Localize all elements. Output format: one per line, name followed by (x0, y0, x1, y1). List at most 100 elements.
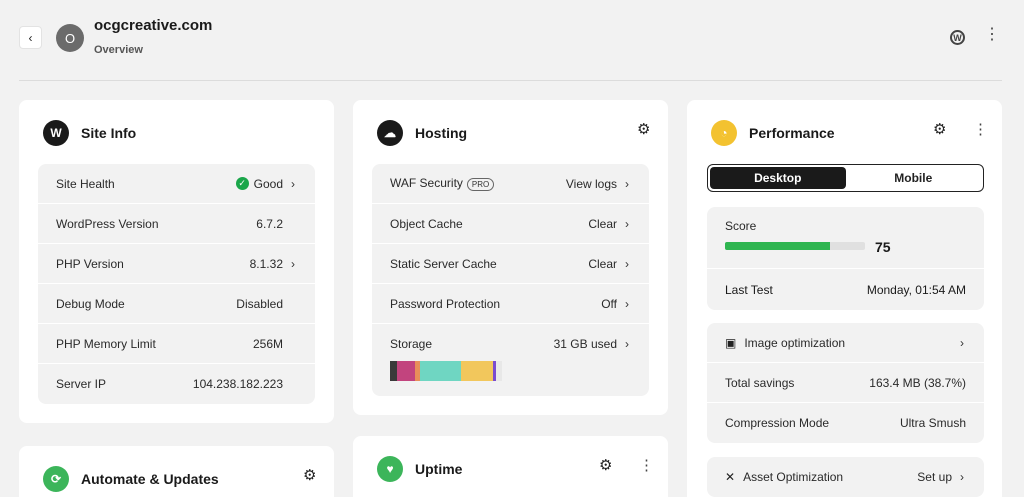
row-value: 31 GB used (553, 337, 617, 351)
storage-segment (496, 361, 502, 381)
row-value: Disabled (236, 296, 283, 311)
more-menu-icon[interactable]: ⋮ (973, 122, 988, 137)
storage-segment (396, 361, 415, 381)
image-optimization-row[interactable]: ▣ Image optimization › (707, 323, 984, 363)
row-label: Server IP (56, 377, 107, 391)
chevron-right-icon: › (960, 470, 964, 484)
cloud-icon: ☁ (377, 120, 403, 146)
server-ip-row: Server IP 104.238.182.223 (38, 364, 315, 404)
static-server-cache-row[interactable]: Static Server Cache Clear › (372, 244, 649, 284)
score-value: 75 (875, 239, 891, 255)
asset-optimization-panel: ✕ Asset Optimization Set up › (707, 457, 984, 497)
debug-mode-row: Debug Mode Disabled (38, 284, 315, 324)
row-label: Asset Optimization (743, 470, 844, 484)
row-label: Image optimization (744, 335, 846, 350)
score-label: Score (725, 219, 757, 233)
row-value: Good (253, 176, 283, 191)
gear-icon[interactable]: ⚙ (637, 122, 650, 137)
site-health-row[interactable]: Site Health ✓ Good › (38, 164, 315, 204)
row-label: Object Cache (390, 216, 463, 231)
chevron-right-icon: › (625, 296, 629, 311)
row-label: Total savings (725, 375, 795, 390)
card-title: Performance (749, 125, 835, 141)
row-value: Clear (588, 256, 617, 271)
compression-mode-row: Compression Mode Ultra Smush (707, 403, 984, 443)
hosting-list: WAF Security PRO View logs › Object Cache… (372, 164, 649, 396)
row-label: Storage (390, 337, 433, 351)
waf-label: WAF Security (390, 176, 463, 191)
storage-row[interactable]: Storage 31 GB used › (372, 324, 649, 396)
row-value: 256M (252, 336, 283, 351)
row-value: Clear (588, 216, 617, 231)
total-savings-row: Total savings 163.4 MB (38.7%) (707, 363, 984, 403)
chevron-right-icon: › (625, 216, 629, 231)
image-optimization-panel: ▣ Image optimization › Total savings 163… (707, 323, 984, 443)
performance-card: ◔ Performance ⚙ ⋮ Desktop Mobile Score 7… (687, 100, 1002, 497)
row-value: Off (601, 296, 617, 311)
hosting-card: ☁ Hosting ⚙ WAF Security PRO View logs › … (353, 100, 668, 415)
storage-usage-bar (390, 361, 502, 381)
gear-icon[interactable]: ⚙ (933, 122, 946, 137)
php-version-row[interactable]: PHP Version 8.1.32 › (38, 244, 315, 284)
chevron-right-icon: › (625, 256, 629, 271)
tab-mobile[interactable]: Mobile (846, 167, 982, 189)
card-title: Automate & Updates (81, 471, 219, 487)
row-label: Last Test (725, 282, 773, 297)
card-title: Site Info (81, 125, 137, 141)
password-protection-row[interactable]: Password Protection Off › (372, 284, 649, 324)
chevron-right-icon: › (960, 335, 964, 350)
score-bar-fill (725, 242, 830, 250)
row-label: Password Protection (390, 296, 501, 311)
row-value: 6.7.2 (256, 216, 283, 231)
header-divider (19, 80, 1002, 81)
chevron-right-icon: › (625, 337, 629, 351)
site-title: ocgcreative.com (94, 17, 213, 34)
object-cache-row[interactable]: Object Cache Clear › (372, 204, 649, 244)
row-value: Monday, 01:54 AM (866, 282, 966, 297)
row-label: Compression Mode (725, 416, 830, 430)
site-info-list: Site Health ✓ Good › WordPress Version 6… (38, 164, 315, 404)
row-label: WAF Security PRO (390, 176, 566, 191)
asset-optimization-icon: ✕ (725, 470, 736, 484)
asset-optimization-row[interactable]: ✕ Asset Optimization Set up › (707, 457, 984, 497)
gear-icon[interactable]: ⚙ (303, 468, 316, 483)
card-title: Uptime (415, 461, 463, 477)
wordpress-version-row: WordPress Version 6.7.2 (38, 204, 315, 244)
row-value: Ultra Smush (899, 416, 966, 430)
device-toggle: Desktop Mobile (707, 164, 984, 192)
storage-segment (420, 361, 461, 381)
wordpress-icon[interactable]: W (950, 30, 965, 45)
setup-link[interactable]: Set up (917, 470, 952, 484)
row-value: View logs (565, 176, 617, 191)
tab-desktop[interactable]: Desktop (710, 167, 846, 189)
uptime-icon: ♥ (377, 456, 403, 482)
row-label: PHP Memory Limit (56, 336, 156, 351)
row-label: Debug Mode (56, 296, 125, 311)
gear-icon[interactable]: ⚙ (599, 458, 612, 473)
last-test-row: Last Test Monday, 01:54 AM (707, 268, 984, 310)
chevron-right-icon: › (291, 176, 295, 191)
automate-updates-card: ⟳ Automate & Updates ⚙ (19, 446, 334, 497)
check-circle-icon: ✓ (235, 177, 249, 190)
page-subtitle: Overview (94, 44, 143, 56)
row-label: PHP Version (56, 256, 124, 271)
row-label: WordPress Version (56, 216, 159, 231)
waf-security-row[interactable]: WAF Security PRO View logs › (372, 164, 649, 204)
wordpress-icon: W (43, 120, 69, 146)
storage-segment (460, 361, 494, 381)
chevron-right-icon: › (625, 176, 629, 191)
image-icon: ▣ (725, 335, 737, 350)
more-menu-icon[interactable]: ⋮ (639, 458, 654, 473)
avatar: O (56, 24, 84, 52)
php-memory-limit-row: PHP Memory Limit 256M (38, 324, 315, 364)
chevron-left-icon: ‹ (28, 30, 33, 45)
performance-icon: ◔ (711, 120, 737, 146)
back-button[interactable]: ‹ (19, 26, 42, 49)
row-value: 163.4 MB (38.7%) (869, 375, 966, 390)
score-bar (725, 242, 865, 250)
card-title: Hosting (415, 125, 468, 141)
more-menu-icon[interactable]: ⋮ (984, 27, 1000, 43)
score-panel: Score 75 Last Test Monday, 01:54 AM (707, 207, 984, 310)
uptime-card: ♥ Uptime ⚙ ⋮ (353, 436, 668, 497)
storage-segment (390, 361, 397, 381)
